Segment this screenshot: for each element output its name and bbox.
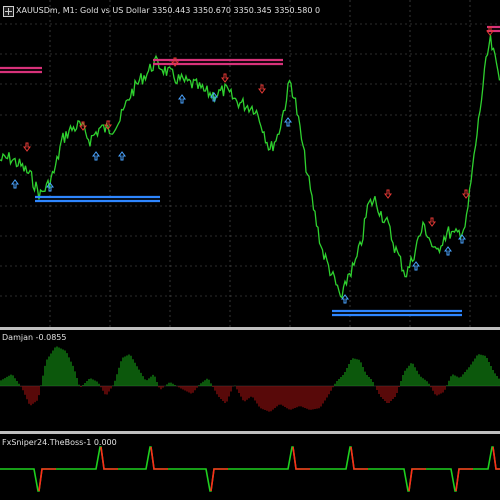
sell-arrow-icon — [384, 189, 392, 199]
sell-arrow-icon — [428, 217, 436, 227]
damjan-histogram — [0, 346, 500, 412]
buy-arrow-icon — [92, 151, 100, 161]
buy-arrow-icon — [11, 179, 19, 189]
sell-arrow-icon — [258, 84, 266, 94]
damjan-indicator-pane[interactable]: Damjan -0.0855 — [0, 330, 500, 431]
sell-arrow-icon — [221, 73, 229, 83]
buy-arrow-icon — [444, 246, 452, 256]
buy-arrow-icon — [178, 94, 186, 104]
fxsniper-indicator-pane[interactable]: FxSniper24.TheBoss-1 0.000 — [0, 434, 500, 500]
buy-arrow-icon — [118, 151, 126, 161]
price-chart[interactable] — [0, 0, 500, 327]
fxsniper-indicator-title: FxSniper24.TheBoss-1 0.000 — [2, 438, 117, 447]
sell-arrow-icon — [23, 142, 31, 152]
chart-window-icon — [3, 6, 14, 17]
main-chart-title: XAUUSDm, M1: Gold vs US Dollar 3350.443 … — [16, 6, 321, 15]
price-line — [0, 35, 500, 299]
sell-arrow-icon — [462, 189, 470, 199]
main-chart-pane[interactable]: XAUUSDm, M1: Gold vs US Dollar 3350.443 … — [0, 0, 500, 327]
damjan-indicator-title: Damjan -0.0855 — [2, 333, 67, 342]
buy-arrow-icon — [284, 117, 292, 127]
